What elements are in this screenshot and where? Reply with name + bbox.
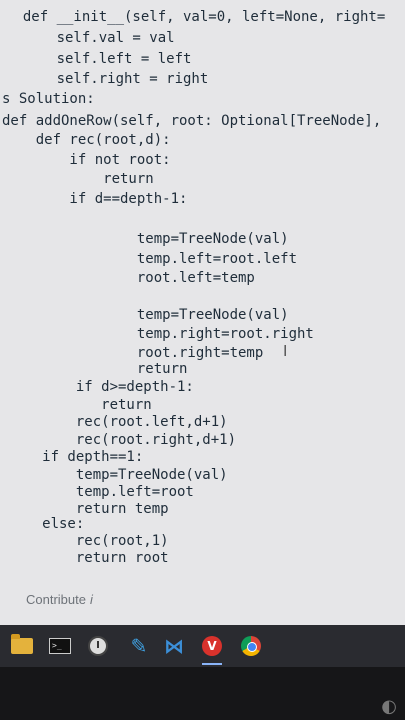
taskbar: >_ ✎ ⋈ V bbox=[0, 625, 405, 667]
code-line: self.right = right bbox=[6, 71, 209, 87]
monitor-bezel bbox=[0, 667, 405, 720]
code-line: if d>=depth-1: bbox=[0, 379, 194, 395]
contribute-label: Contribute bbox=[26, 592, 86, 607]
code-line: if depth==1: bbox=[0, 449, 144, 465]
info-icon: i bbox=[89, 592, 93, 607]
code-line: if not root: bbox=[2, 152, 171, 168]
file-explorer-icon[interactable] bbox=[9, 633, 35, 659]
terminal-icon[interactable]: >_ bbox=[47, 633, 73, 659]
chrome-icon[interactable] bbox=[238, 633, 264, 659]
text-cursor-icon: I bbox=[283, 342, 288, 360]
code-line: return bbox=[2, 361, 188, 377]
code-line: def __init__(self, val=0, left=None, rig… bbox=[6, 9, 386, 25]
corner-icon: ◐ bbox=[381, 696, 397, 717]
code-line: temp=TreeNode(val) bbox=[2, 231, 289, 247]
code-line: def rec(root,d): bbox=[2, 132, 171, 148]
code-line: def addOneRow(self, root: Optional[TreeN… bbox=[2, 113, 382, 129]
code-line: return root bbox=[0, 550, 169, 566]
code-area[interactable]: def __init__(self, val=0, left=None, rig… bbox=[0, 0, 405, 570]
vscode-icon[interactable]: ⋈ bbox=[161, 633, 187, 659]
vivaldi-icon[interactable]: V bbox=[199, 633, 225, 659]
active-app-indicator bbox=[202, 663, 222, 665]
code-line: temp.left=root bbox=[0, 484, 194, 500]
code-line: s Solution: bbox=[2, 91, 95, 107]
code-line: temp.right=root.right bbox=[2, 326, 314, 342]
code-line: temp.left=root.left bbox=[2, 251, 298, 267]
code-line: rec(root,1) bbox=[0, 533, 169, 549]
code-editor-screen: def __init__(self, val=0, left=None, rig… bbox=[0, 0, 405, 625]
code-line: self.left = left bbox=[6, 51, 192, 67]
tools-icon[interactable]: ✎ bbox=[126, 633, 152, 659]
code-line: if d==depth-1: bbox=[2, 191, 188, 207]
code-line: temp=TreeNode(val) bbox=[2, 307, 289, 323]
code-line: return bbox=[0, 397, 152, 413]
code-line: else: bbox=[0, 516, 85, 532]
code-line: temp=TreeNode(val) bbox=[0, 467, 228, 483]
code-line: rec(root.right,d+1) bbox=[0, 432, 237, 448]
contribute-link[interactable]: Contribute i bbox=[26, 592, 93, 607]
code-line: self.val = val bbox=[6, 30, 175, 46]
code-line: root.left=temp bbox=[2, 270, 255, 286]
code-line: return bbox=[2, 171, 154, 187]
clock-app-icon[interactable] bbox=[85, 633, 111, 659]
code-line: rec(root.left,d+1) bbox=[0, 414, 228, 430]
